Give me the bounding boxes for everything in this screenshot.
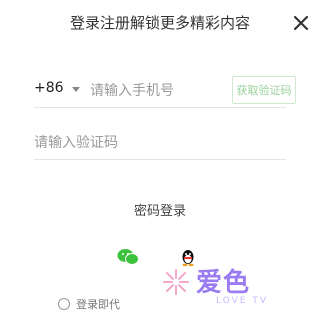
wechat-icon[interactable]: [117, 248, 139, 266]
country-code-select[interactable]: +86: [34, 80, 80, 96]
auto-login-option[interactable]: 登录即代: [58, 296, 120, 312]
chevron-down-icon: [71, 86, 80, 92]
phone-row: +86 获取验证码: [34, 73, 296, 108]
watermark-text: 爱色: [196, 268, 251, 298]
page-title: 登录注册解锁更多精彩内容: [69, 14, 250, 32]
auto-login-label: 登录即代: [76, 298, 120, 311]
code-input[interactable]: [34, 128, 234, 156]
watermark-subtext: LOVE TV: [216, 296, 268, 306]
radio-icon[interactable]: [58, 298, 70, 310]
close-icon: [293, 15, 309, 31]
close-button[interactable]: [292, 14, 310, 32]
code-row: [34, 125, 286, 160]
phone-input[interactable]: [90, 76, 210, 104]
country-code: +86: [34, 80, 64, 96]
password-login-link[interactable]: 密码登录: [0, 200, 320, 219]
get-code-button[interactable]: 获取验证码: [232, 76, 296, 104]
